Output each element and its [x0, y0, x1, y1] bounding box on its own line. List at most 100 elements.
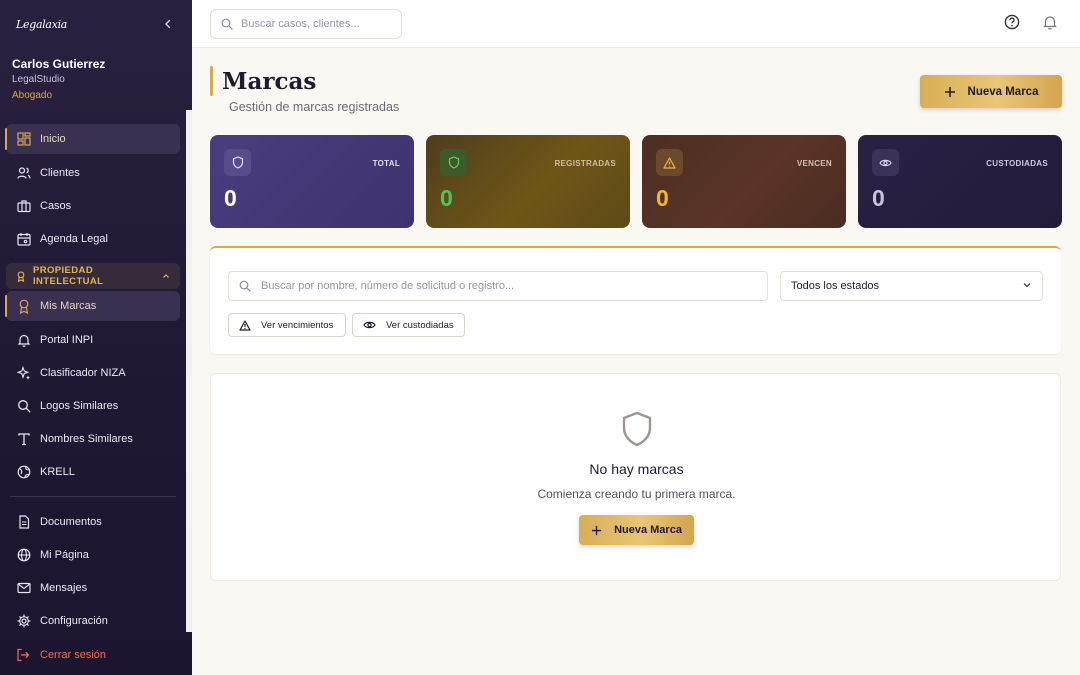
- mail-icon: [16, 580, 31, 595]
- sidebar: Legalaxia Carlos Gutierrez LegalStudio A…: [0, 0, 192, 675]
- globe-icon: [16, 547, 31, 562]
- sidebar-divider: [10, 496, 176, 497]
- sidebar-item-clientes[interactable]: Clientes: [0, 156, 186, 189]
- sidebar-item-mi-pagina[interactable]: Mi Página: [0, 538, 186, 571]
- stat-value: 0: [224, 185, 237, 211]
- sidebar-item-label: Portal INPI: [40, 333, 94, 346]
- stat-value: 0: [440, 185, 453, 211]
- brand-search-input[interactable]: Buscar por nombre, número de solicitud o…: [228, 271, 768, 301]
- sidebar-item-casos[interactable]: Casos: [0, 189, 186, 222]
- sidebar-item-inicio[interactable]: Inicio: [5, 124, 180, 154]
- empty-title: No hay marcas: [589, 461, 684, 477]
- section-propiedad-intelectual[interactable]: PROPIEDAD INTELECTUAL: [6, 263, 180, 289]
- status-select-value: Todos los estados: [791, 280, 880, 292]
- brand-search-placeholder: Buscar por nombre, número de solicitud o…: [261, 280, 515, 292]
- sparkles-icon: [16, 365, 31, 380]
- user-org: LegalStudio: [12, 74, 65, 85]
- global-search-input[interactable]: Buscar casos, clientes...: [210, 9, 402, 39]
- main-content: Marcas Gestión de marcas registradas Nue…: [192, 48, 1080, 675]
- shield-icon: [620, 410, 654, 448]
- sidebar-item-label: Casos: [40, 199, 72, 212]
- stat-card-registradas: REGISTRADAS 0: [426, 135, 630, 228]
- search-icon: [16, 398, 31, 413]
- sidebar-item-label: Clasificador NIZA: [40, 366, 126, 379]
- empty-subtitle: Comienza creando tu primera marca.: [537, 487, 736, 501]
- sidebar-item-mis-marcas[interactable]: Mis Marcas: [5, 291, 180, 321]
- new-brand-empty-label: Nueva Marca: [614, 524, 682, 536]
- stat-card-vencen: VENCEN 0: [642, 135, 846, 228]
- gear-icon: [16, 613, 31, 628]
- sidebar-item-logos-similares[interactable]: Logos Similares: [0, 389, 186, 422]
- plus-icon: [944, 86, 956, 98]
- sidebar-item-configuracion[interactable]: Configuración: [0, 604, 186, 637]
- global-search-placeholder: Buscar casos, clientes...: [241, 18, 360, 30]
- stat-label: TOTAL: [372, 159, 400, 168]
- shield-check-icon: [440, 149, 467, 176]
- award-icon: [16, 299, 31, 314]
- search-icon: [239, 280, 251, 292]
- app-logo[interactable]: Legalaxia: [16, 18, 67, 31]
- view-custodied-label: Ver custodiadas: [386, 319, 454, 331]
- stat-value: 0: [872, 185, 885, 211]
- sidebar-item-portal-inpi[interactable]: Portal INPI: [0, 323, 186, 356]
- briefcase-icon: [16, 198, 31, 213]
- sidebar-item-krell[interactable]: KRELL: [0, 455, 186, 488]
- stat-label: VENCEN: [796, 159, 832, 168]
- empty-state: No hay marcas Comienza creando tu primer…: [210, 373, 1061, 581]
- warning-icon: [656, 149, 683, 176]
- sidebar-item-label: KRELL: [40, 465, 75, 478]
- sidebar-header: Legalaxia: [0, 0, 192, 48]
- chevron-up-icon: [162, 272, 170, 280]
- logout-label: Cerrar sesión: [40, 649, 107, 661]
- user-name: Carlos Gutierrez: [12, 57, 106, 71]
- sidebar-item-clasificador-niza[interactable]: Clasificador NIZA: [0, 356, 186, 389]
- stat-card-custodiadas: CUSTODIADAS 0: [858, 135, 1062, 228]
- sidebar-item-label: Mi Página: [40, 548, 89, 561]
- type-icon: [16, 431, 31, 446]
- sidebar-item-label: Documentos: [40, 515, 102, 528]
- sidebar-item-mensajes[interactable]: Mensajes: [0, 571, 186, 604]
- notifications-bell-icon[interactable]: [1042, 14, 1058, 30]
- logout-icon: [16, 648, 31, 662]
- sidebar-item-label: Mis Marcas: [40, 300, 97, 312]
- calendar-icon: [16, 231, 31, 246]
- help-icon[interactable]: [1004, 14, 1020, 30]
- user-profile: Carlos Gutierrez LegalStudio Abogado: [0, 48, 192, 110]
- sidebar-item-label: Nombres Similares: [40, 432, 133, 445]
- globe-icon: [16, 464, 31, 479]
- stat-label: REGISTRADAS: [554, 159, 616, 168]
- shield-icon: [224, 149, 251, 176]
- sidebar-item-documentos[interactable]: Documentos: [0, 505, 186, 538]
- page-subtitle: Gestión de marcas registradas: [229, 100, 400, 114]
- user-role: Abogado: [12, 90, 53, 101]
- status-select[interactable]: Todos los estados: [780, 271, 1043, 301]
- topbar: Buscar casos, clientes...: [192, 0, 1080, 48]
- sidebar-item-label: Logos Similares: [40, 399, 119, 412]
- stat-label: CUSTODIADAS: [986, 159, 1048, 168]
- view-expirations-label: Ver vencimientos: [261, 319, 334, 331]
- stat-card-total: TOTAL 0: [210, 135, 414, 228]
- sidebar-item-agenda-legal[interactable]: Agenda Legal: [0, 222, 186, 255]
- sidebar-item-label: Inicio: [40, 133, 66, 145]
- topbar-actions: [1004, 14, 1058, 30]
- new-brand-empty-button[interactable]: Nueva Marca: [579, 515, 694, 545]
- chevron-left-icon: [165, 19, 171, 29]
- grid-icon: [16, 132, 31, 147]
- title-accent-bar: [210, 66, 213, 96]
- warning-icon: [239, 319, 251, 331]
- new-brand-button[interactable]: Nueva Marca: [920, 75, 1062, 108]
- view-expirations-button[interactable]: Ver vencimientos: [228, 313, 346, 337]
- sidebar-item-nombres-similares[interactable]: Nombres Similares: [0, 422, 186, 455]
- sidebar-item-label: Agenda Legal: [40, 232, 108, 245]
- logout-button[interactable]: Cerrar sesión: [0, 642, 122, 668]
- sidebar-item-label: Clientes: [40, 166, 80, 179]
- view-custodied-button[interactable]: Ver custodiadas: [352, 313, 465, 337]
- new-brand-label: Nueva Marca: [967, 85, 1039, 98]
- plus-icon: [591, 525, 602, 536]
- document-icon: [16, 514, 31, 529]
- section-label: PROPIEDAD INTELECTUAL: [33, 265, 104, 287]
- chevron-down-icon: [1022, 280, 1032, 293]
- users-icon: [16, 165, 31, 180]
- collapse-sidebar-button[interactable]: [160, 16, 176, 32]
- sidebar-nav: Inicio Clientes Casos Agenda Legal PROPI…: [0, 122, 186, 637]
